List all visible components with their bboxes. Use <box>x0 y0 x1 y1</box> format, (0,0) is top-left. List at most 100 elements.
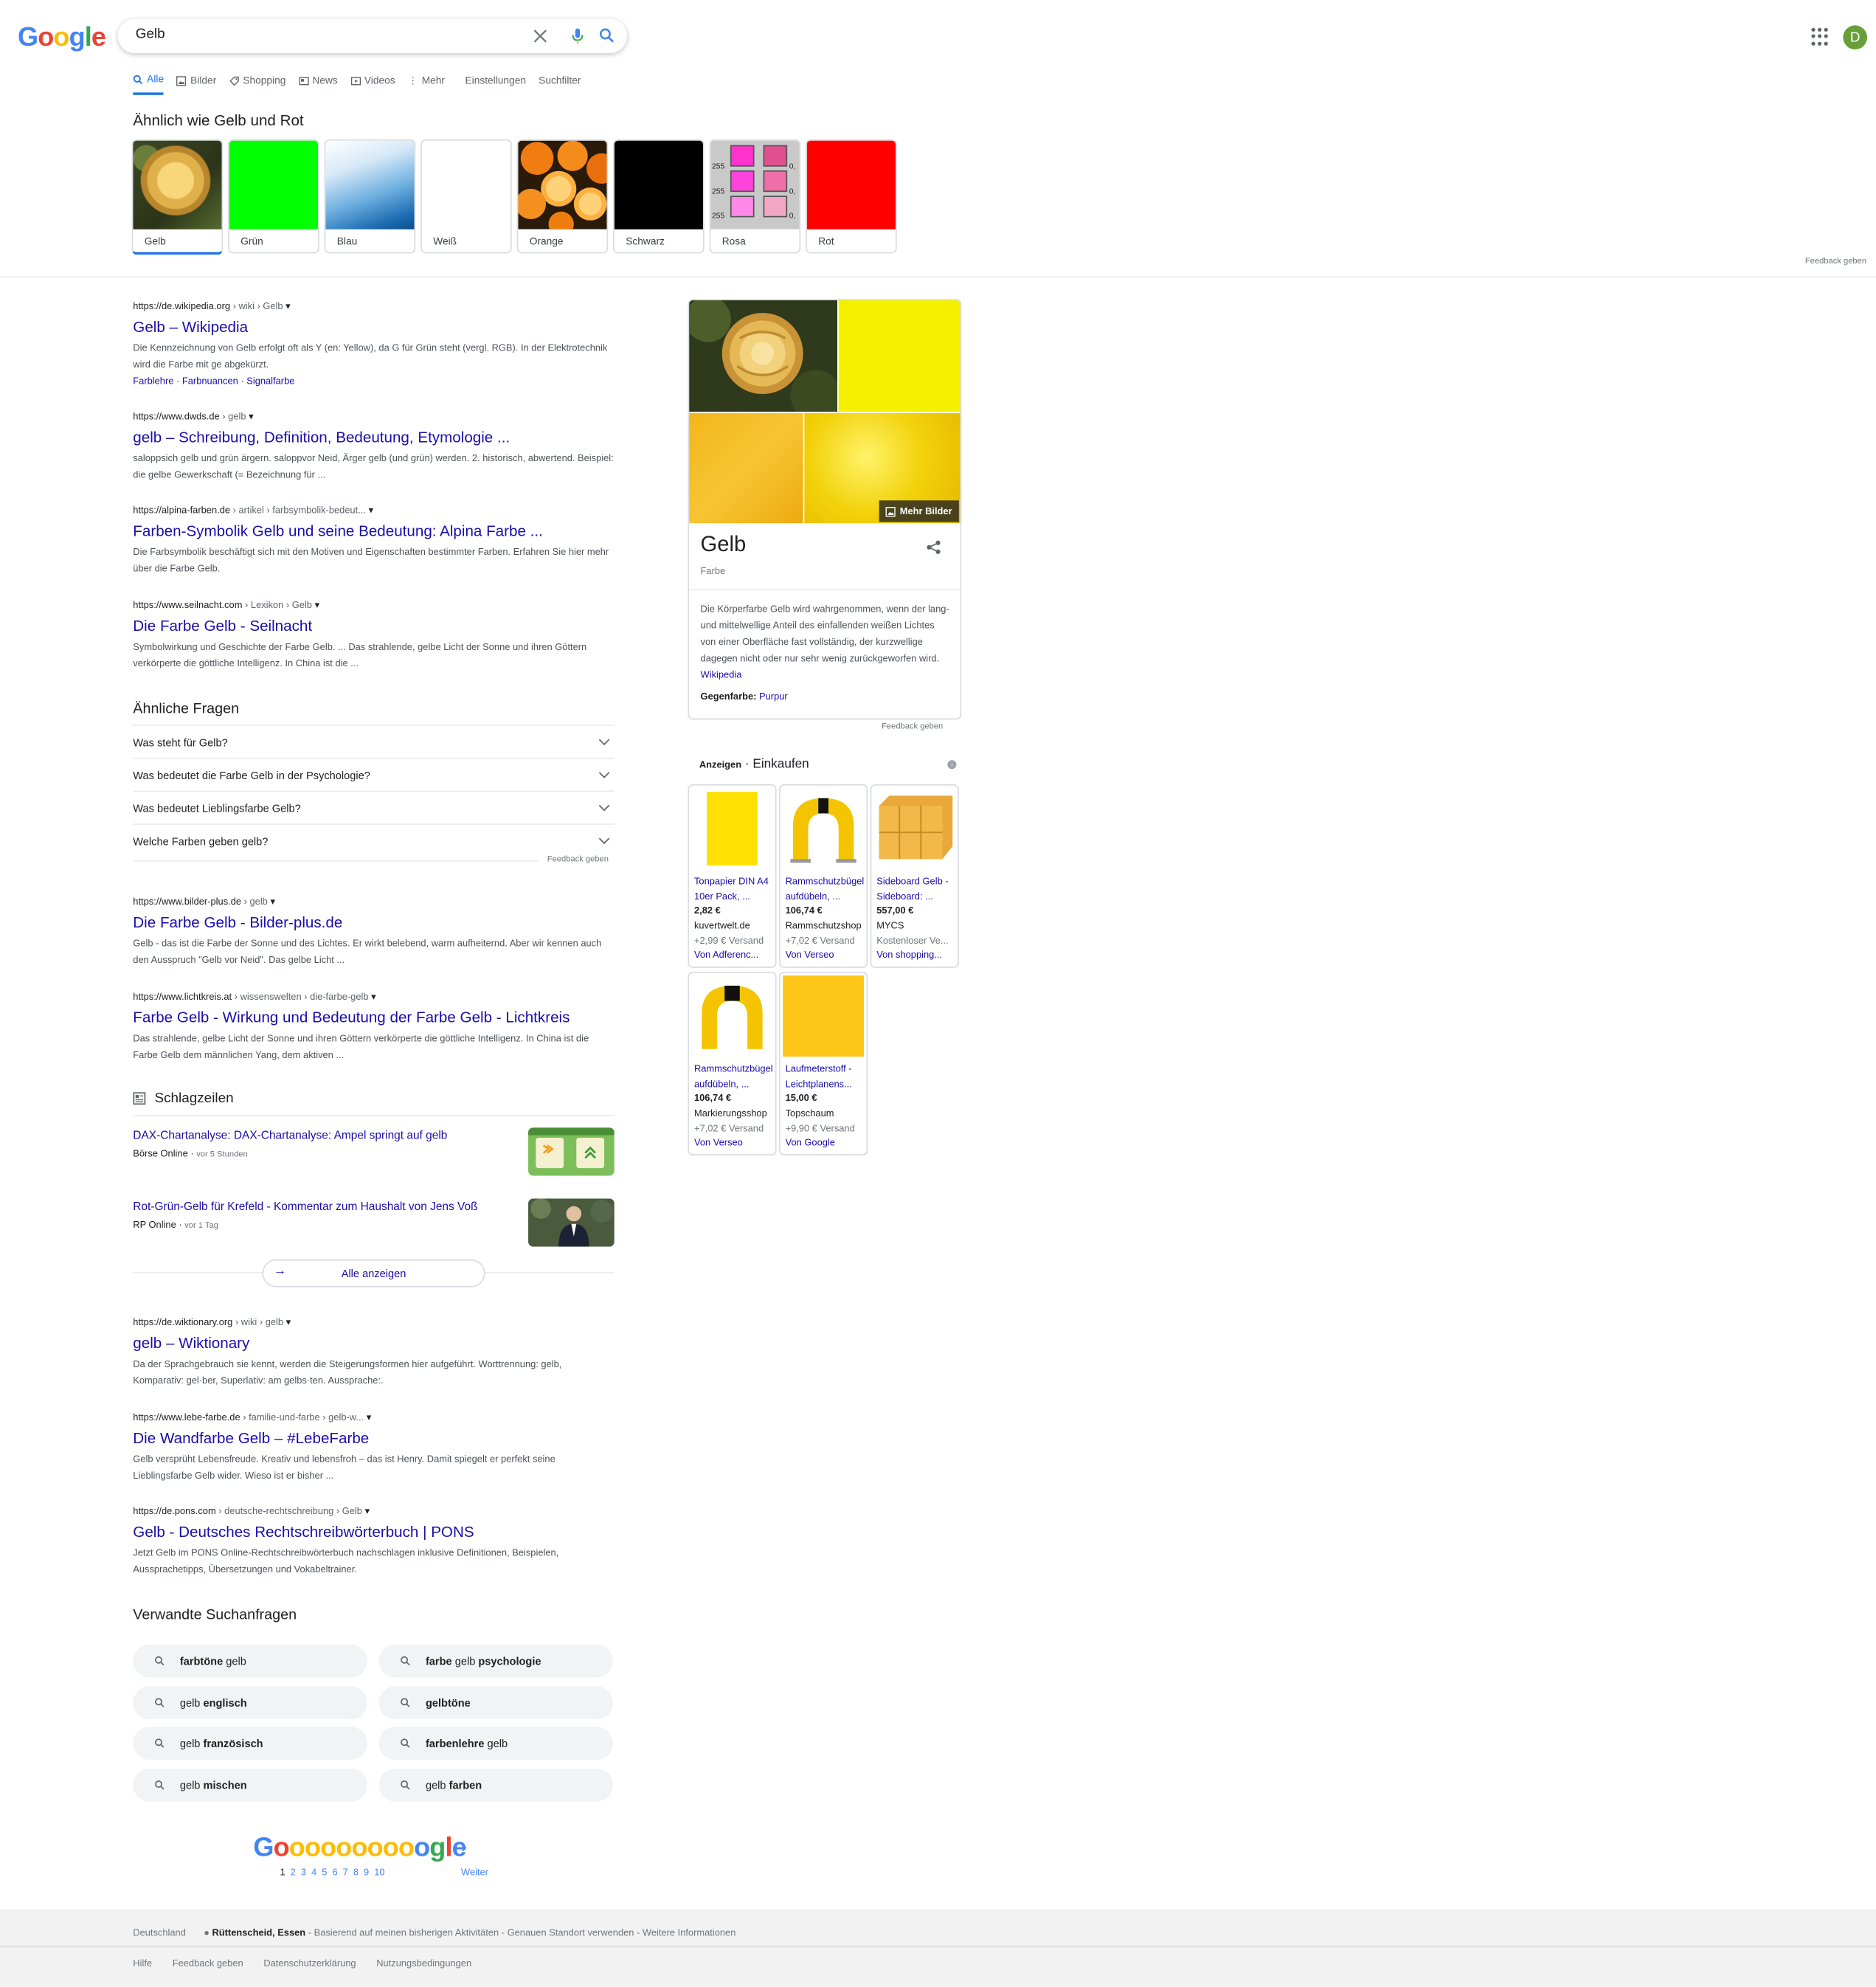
result-title[interactable]: Farbe Gelb - Wirkung und Bedeutung der F… <box>133 1009 614 1026</box>
result-title[interactable]: Gelb – Wikipedia <box>133 318 614 336</box>
product-title[interactable]: Sideboard Gelb - Sideboard: ... <box>876 874 955 905</box>
footer-location-info[interactable]: - Basierend auf meinen bisherigen Aktivi… <box>305 1927 736 1938</box>
tab-mehr[interactable]: ⋮ Mehr <box>408 74 445 95</box>
footer-link-help[interactable]: Hilfe <box>133 1957 152 1969</box>
result-url[interactable]: https://www.dwds.de › gelb ▾ <box>133 410 614 421</box>
caret-down-icon[interactable]: ▾ <box>369 504 373 515</box>
paa-question[interactable]: Was bedeutet Lieblingsfarbe Gelb? <box>133 790 615 823</box>
google-logo[interactable]: Google <box>18 23 106 53</box>
caret-down-icon[interactable]: ▾ <box>285 300 290 311</box>
tab-news[interactable]: News <box>298 74 338 95</box>
caret-down-icon[interactable]: ▾ <box>365 1505 370 1516</box>
yellow-texture-image[interactable] <box>689 412 803 524</box>
page-number[interactable]: 8 <box>353 1866 359 1877</box>
chip-rot[interactable]: Rot <box>806 139 897 254</box>
feedback-link[interactable]: Feedback geben <box>882 722 943 731</box>
product-title[interactable]: Rammschutzbügel aufdübeln, ... <box>786 874 864 905</box>
next-page-link[interactable]: Weiter <box>461 1866 488 1877</box>
clear-icon[interactable] <box>530 27 548 44</box>
caret-down-icon[interactable]: ▾ <box>315 599 319 610</box>
tab-alle[interactable]: Alle <box>133 74 165 95</box>
news-item-title[interactable]: DAX-Chartanalyse: DAX-Chartanalyse: Ampe… <box>133 1127 513 1143</box>
related-search-chip[interactable]: gelb englisch <box>133 1686 367 1720</box>
more-images-button[interactable]: Mehr Bilder <box>879 500 959 522</box>
result-url[interactable]: https://www.lichtkreis.at › wissenswelte… <box>133 991 614 1002</box>
share-icon[interactable] <box>926 539 941 555</box>
related-search-chip[interactable]: farbe gelb psychologie <box>378 1644 614 1678</box>
product-card[interactable]: Tonpapier DIN A4 10er Pack, ... 2,82 € k… <box>688 784 777 968</box>
news-item[interactable]: Rot-Grün-Gelb für Krefeld - Kommentar zu… <box>133 1198 615 1262</box>
paa-question[interactable]: Was steht für Gelb? <box>133 725 615 758</box>
result-url[interactable]: https://de.wiktionary.org › wiki › gelb … <box>133 1316 614 1327</box>
product-via[interactable]: Von shopping... <box>876 949 955 960</box>
sitelink[interactable]: Signalfarbe <box>246 375 294 386</box>
show-all-news-button[interactable]: → Alle anzeigen <box>262 1259 485 1288</box>
chip-gruen[interactable]: Grün <box>228 139 319 254</box>
footer-link-privacy[interactable]: Datenschutzerklärung <box>263 1957 356 1969</box>
yellow-image[interactable] <box>838 300 961 412</box>
kp-source-link[interactable]: Wikipedia <box>701 669 742 680</box>
result-url[interactable]: https://www.lebe-farbe.de › familie-und-… <box>133 1411 614 1423</box>
tab-shopping[interactable]: Shopping <box>229 74 285 95</box>
result-url[interactable]: https://www.seilnacht.com › Lexikon › Ge… <box>133 599 614 610</box>
caret-down-icon[interactable]: ▾ <box>249 410 253 421</box>
result-title[interactable]: Gelb - Deutsches Rechtschreibwörterbuch … <box>133 1523 614 1541</box>
tab-einstellungen[interactable]: Einstellungen <box>465 74 526 95</box>
tab-videos[interactable]: Videos <box>350 74 395 95</box>
kp-opposite-link[interactable]: Purpur <box>759 691 788 702</box>
sitelink[interactable]: Farblehre <box>133 375 173 386</box>
result-title[interactable]: gelb – Wiktionary <box>133 1334 614 1352</box>
page-number[interactable]: 7 <box>343 1866 348 1877</box>
paa-question[interactable]: Welche Farben geben gelb? <box>133 823 615 857</box>
product-via[interactable]: Von Verseo <box>786 949 864 960</box>
chip-gelb[interactable]: Gelb <box>131 139 224 255</box>
related-search-chip[interactable]: gelbtöne <box>378 1686 614 1720</box>
related-search-chip[interactable]: gelb mischen <box>133 1769 367 1802</box>
result-title[interactable]: gelb – Schreibung, Definition, Bedeutung… <box>133 428 614 446</box>
chip-weiss[interactable]: Weiß <box>420 139 512 254</box>
feedback-link[interactable]: Feedback geben <box>1805 258 1866 266</box>
related-search-chip[interactable]: farbtöne gelb <box>133 1644 367 1678</box>
product-title[interactable]: Tonpapier DIN A4 10er Pack, ... <box>694 874 772 905</box>
footer-link-feedback[interactable]: Feedback geben <box>173 1957 243 1969</box>
result-title[interactable]: Die Farbe Gelb - Bilder-plus.de <box>133 913 614 931</box>
result-url[interactable]: https://de.wikipedia.org › wiki › Gelb ▾ <box>133 300 614 311</box>
product-card[interactable]: Sideboard Gelb - Sideboard: ... 557,00 €… <box>870 784 959 968</box>
caret-down-icon[interactable]: ▾ <box>270 896 274 907</box>
tab-suchfilter[interactable]: Suchfilter <box>539 74 581 95</box>
product-via[interactable]: Von Google <box>786 1136 864 1147</box>
page-number[interactable]: 4 <box>311 1866 316 1877</box>
chip-rosa[interactable]: 255 255 255 0, 0, 0, Rosa <box>709 139 801 254</box>
feedback-link[interactable]: Feedback geben <box>547 855 609 864</box>
product-card[interactable]: Laufmeterstoff - Leichtplanens... 15,00 … <box>779 972 868 1155</box>
sitelink[interactable]: Farbnuancen <box>182 375 238 386</box>
product-via[interactable]: Von Verseo <box>694 1136 772 1147</box>
avatar[interactable]: D <box>1843 25 1868 49</box>
paa-question[interactable]: Was bedeutet die Farbe Gelb in der Psych… <box>133 757 615 791</box>
result-url[interactable]: https://de.pons.com › deutsche-rechtschr… <box>133 1505 614 1516</box>
result-url[interactable]: https://alpina-farben.de › artikel › far… <box>133 504 614 515</box>
product-title[interactable]: Laufmeterstoff - Leichtplanens... <box>786 1062 864 1092</box>
chevron-right-icon[interactable]: › <box>461 1836 467 1856</box>
result-title[interactable]: Die Farbe Gelb - Seilnacht <box>133 617 614 635</box>
result-title[interactable]: Farben-Symbolik Gelb und seine Bedeutung… <box>133 522 614 539</box>
search-input[interactable] <box>133 25 519 44</box>
chip-schwarz[interactable]: Schwarz <box>613 139 705 254</box>
footer-link-terms[interactable]: Nutzungsbedingungen <box>376 1957 471 1969</box>
related-search-chip[interactable]: gelb französisch <box>133 1727 367 1760</box>
page-number[interactable]: 3 <box>301 1866 306 1877</box>
news-item-title[interactable]: Rot-Grün-Gelb für Krefeld - Kommentar zu… <box>133 1198 513 1214</box>
product-card[interactable]: Rammschutzbügel aufdübeln, ... 106,74 € … <box>688 972 777 1155</box>
result-title[interactable]: Die Wandfarbe Gelb – #LebeFarbe <box>133 1429 614 1447</box>
chip-blau[interactable]: Blau <box>324 139 416 254</box>
search-icon[interactable] <box>598 27 615 44</box>
news-item[interactable]: DAX-Chartanalyse: DAX-Chartanalyse: Ampe… <box>133 1127 615 1191</box>
product-title[interactable]: Rammschutzbügel aufdübeln, ... <box>694 1062 772 1092</box>
page-number[interactable]: 10 <box>374 1866 384 1877</box>
page-number[interactable]: 2 <box>291 1866 296 1877</box>
related-search-chip[interactable]: farbenlehre gelb <box>378 1727 614 1760</box>
caret-down-icon[interactable]: ▾ <box>371 991 375 1002</box>
related-search-chip[interactable]: gelb farben <box>378 1769 614 1802</box>
rose-image[interactable] <box>689 300 838 412</box>
product-card[interactable]: Rammschutzbügel aufdübeln, ... 106,74 € … <box>779 784 868 968</box>
